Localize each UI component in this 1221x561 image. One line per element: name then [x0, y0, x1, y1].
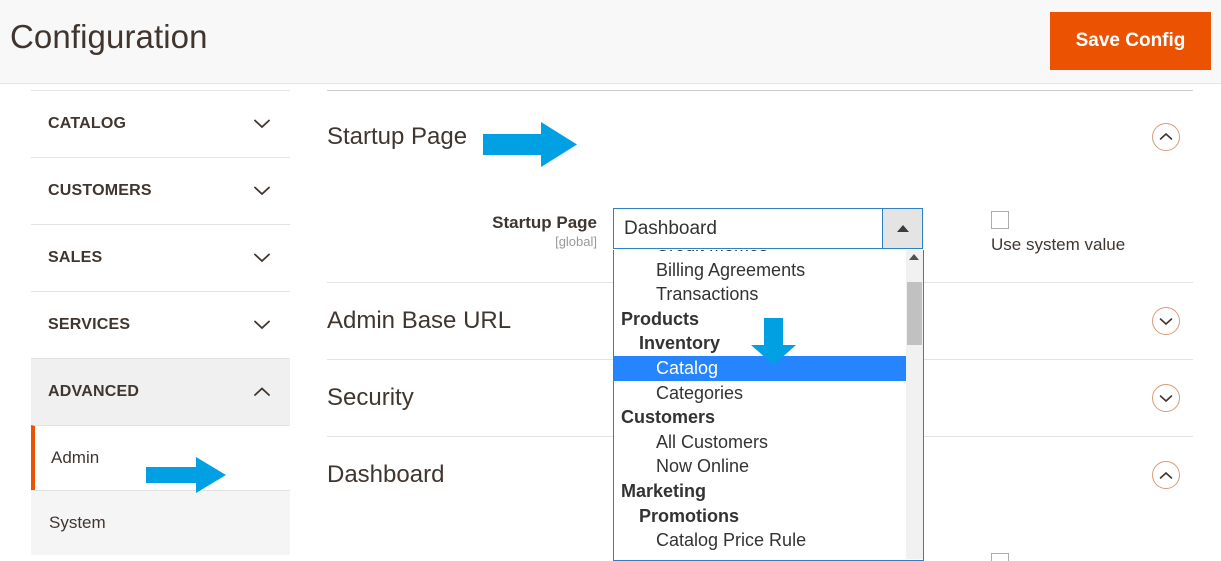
use-system-value-label: Use system value — [991, 235, 1126, 254]
sidebar-section-label: SALES — [48, 249, 103, 266]
sidebar-section-services[interactable]: SERVICES — [31, 291, 290, 358]
startup-page-field-label: Startup Page [global] — [327, 213, 597, 249]
section-title: Dashboard — [327, 461, 445, 488]
chevron-up-circle-icon[interactable] — [1152, 461, 1180, 489]
section-title: Admin Base URL — [327, 307, 512, 334]
sidebar-section-label: CATALOG — [48, 115, 127, 132]
dropdown-option[interactable]: All Customers — [614, 430, 907, 455]
page-title: Configuration — [10, 18, 208, 55]
sidebar-section-customers[interactable]: CUSTOMERS — [31, 157, 290, 224]
dropdown-option-group[interactable]: Inventory — [614, 331, 907, 356]
field-label-text: Startup Page — [492, 213, 597, 232]
sidebar-item-label: Admin — [51, 448, 100, 467]
dropdown-options-container: Credit Memos Billing Agreements Transact… — [614, 250, 907, 553]
triangle-up-icon — [896, 225, 909, 232]
scrollbar-tick — [923, 368, 924, 370]
configuration-page: Configuration Save Config CATALOG CUSTOM… — [0, 0, 1221, 561]
triangle-up-icon[interactable] — [909, 254, 919, 260]
section-title: Security — [327, 384, 414, 411]
config-sidebar: CATALOG CUSTOMERS SALES SERVICES ADVANCE — [31, 90, 290, 555]
dropdown-option[interactable]: Categories — [614, 381, 907, 406]
dropdown-option-selected[interactable]: Catalog — [614, 355, 907, 381]
dropdown-option[interactable]: Now Online — [614, 454, 907, 479]
dropdown-scrollbar[interactable] — [906, 250, 923, 559]
dropdown-option-group[interactable]: Marketing — [614, 479, 907, 504]
scrollbar-tick — [923, 446, 924, 448]
use-system-value-checkbox-dashboard[interactable] — [991, 553, 1009, 561]
save-config-button[interactable]: Save Config — [1050, 12, 1211, 70]
section-startup-page[interactable]: Startup Page — [327, 91, 1193, 182]
chevron-up-circle-icon[interactable] — [1152, 122, 1180, 151]
scrollbar-tick — [923, 296, 924, 298]
scrollbar-thumb[interactable] — [907, 282, 922, 345]
chevron-down-icon — [254, 186, 270, 196]
sidebar-section-catalog[interactable]: CATALOG — [31, 90, 290, 157]
page-header: Configuration Save Config — [0, 0, 1221, 84]
section-title: Startup Page — [327, 122, 468, 150]
use-system-value-checkbox[interactable] — [991, 211, 1009, 229]
dropdown-option[interactable]: Transactions — [614, 282, 907, 307]
chevron-down-icon — [254, 253, 270, 263]
dropdown-option-group[interactable]: Customers — [614, 405, 907, 430]
startup-page-dropdown-list[interactable]: Credit Memos Billing Agreements Transact… — [613, 250, 924, 561]
use-system-value-group: Use system value — [991, 211, 1191, 255]
dropdown-option[interactable]: Catalog Price Rule — [614, 528, 907, 553]
dropdown-option[interactable]: Credit Memos — [614, 250, 907, 258]
chevron-up-icon — [254, 387, 270, 397]
sidebar-section-sales[interactable]: SALES — [31, 224, 290, 291]
chevron-down-circle-icon[interactable] — [1152, 307, 1180, 335]
sidebar-item-system[interactable]: System — [31, 490, 290, 555]
sidebar-section-label: ADVANCED — [48, 383, 140, 400]
sidebar-item-label: System — [49, 513, 106, 532]
sidebar-section-advanced[interactable]: ADVANCED — [31, 358, 290, 425]
sidebar-item-admin[interactable]: Admin — [31, 425, 290, 490]
sidebar-section-label: SERVICES — [48, 316, 131, 333]
chevron-down-circle-icon[interactable] — [1152, 384, 1180, 412]
chevron-down-icon — [254, 119, 270, 129]
select-toggle-button[interactable] — [882, 209, 922, 248]
startup-page-select[interactable]: Dashboard — [613, 208, 923, 249]
dropdown-option[interactable]: Billing Agreements — [614, 258, 907, 283]
chevron-down-icon — [254, 320, 270, 330]
dropdown-option-group[interactable]: Products — [614, 307, 907, 332]
select-value: Dashboard — [624, 217, 717, 239]
dropdown-option-group[interactable]: Promotions — [614, 504, 907, 529]
sidebar-section-label: CUSTOMERS — [48, 182, 152, 199]
field-label-scope: [global] — [555, 234, 597, 249]
